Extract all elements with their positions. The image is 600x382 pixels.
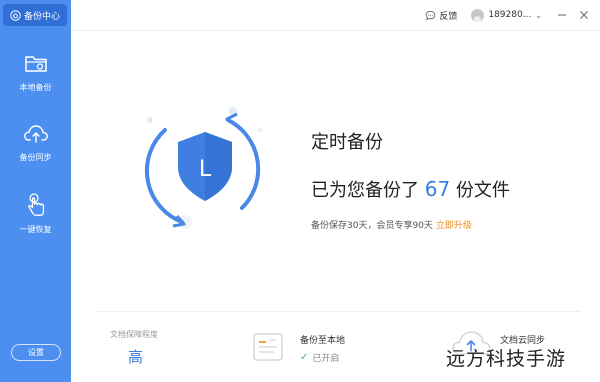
close-button[interactable] [578, 9, 590, 21]
backup-shield-graphic: L [130, 100, 280, 240]
feedback-label: 反馈 [439, 11, 458, 22]
chat-bubble-icon [426, 10, 436, 20]
topbar: 反馈 189280... ⌄ [71, 0, 600, 30]
sidebar-item-label: 备份同步 [19, 153, 52, 162]
page-title: 定时备份 [311, 132, 383, 153]
retention-info: 备份保存30天，会员专享90天 立即升级 [311, 218, 472, 231]
cloud-upload-icon [23, 125, 48, 143]
user-menu[interactable]: 189280... ⌄ [471, 8, 542, 22]
home-icon [10, 9, 21, 21]
protection-level-value: 高 [128, 348, 144, 366]
shield-letter: L [199, 157, 212, 182]
sidebar-item-label: 一键恢复 [19, 225, 52, 234]
app-title-button[interactable]: 备份中心 [3, 4, 67, 26]
check-icon: ✓ [300, 352, 309, 363]
local-backup-status: ✓ 已开启 [300, 351, 339, 364]
sidebar-item-label: 本地备份 [19, 83, 52, 92]
folder-icon [24, 56, 47, 72]
bottom-divider [96, 311, 580, 312]
upgrade-link[interactable]: 立即升级 [436, 221, 472, 231]
local-backup-title: 备份至本地 [300, 336, 346, 346]
sidebar-item-local-backup[interactable]: 本地备份 [0, 50, 71, 112]
sidebar-item-backup-sync[interactable]: 备份同步 [0, 120, 71, 182]
minimize-icon [558, 14, 566, 16]
count-suffix: 份文件 [455, 180, 510, 201]
retention-text: 备份保存30天，会员专享90天 [311, 221, 433, 231]
protection-level-label: 文档保障程度 [110, 330, 158, 339]
sidebar-item-one-click-restore[interactable]: 一键恢复 [0, 192, 71, 254]
username: 189280... [488, 10, 532, 20]
chevron-down-icon: ⌄ [535, 10, 542, 20]
local-backup-status-label: 已开启 [312, 354, 340, 364]
minimize-button[interactable] [556, 9, 568, 21]
local-backup-card-icon [253, 333, 283, 361]
count-prefix: 已为您备份了 [311, 180, 419, 201]
hand-tap-icon [27, 193, 44, 216]
shield-icon: L [144, 107, 262, 229]
feedback-button[interactable]: 反馈 [425, 9, 457, 22]
backup-count-line: 已为您备份了 67 份文件 [311, 176, 510, 202]
topbar-divider [71, 30, 600, 31]
settings-button[interactable]: 设置 [11, 344, 61, 361]
close-icon [580, 11, 588, 19]
sidebar: 备份中心 本地备份 备份同步 一键恢复 设置 [0, 0, 71, 382]
watermark: 远方科技手游 [446, 348, 567, 370]
avatar [471, 8, 485, 22]
backup-count: 67 [424, 177, 451, 201]
app-title-label: 备份中心 [23, 11, 60, 22]
